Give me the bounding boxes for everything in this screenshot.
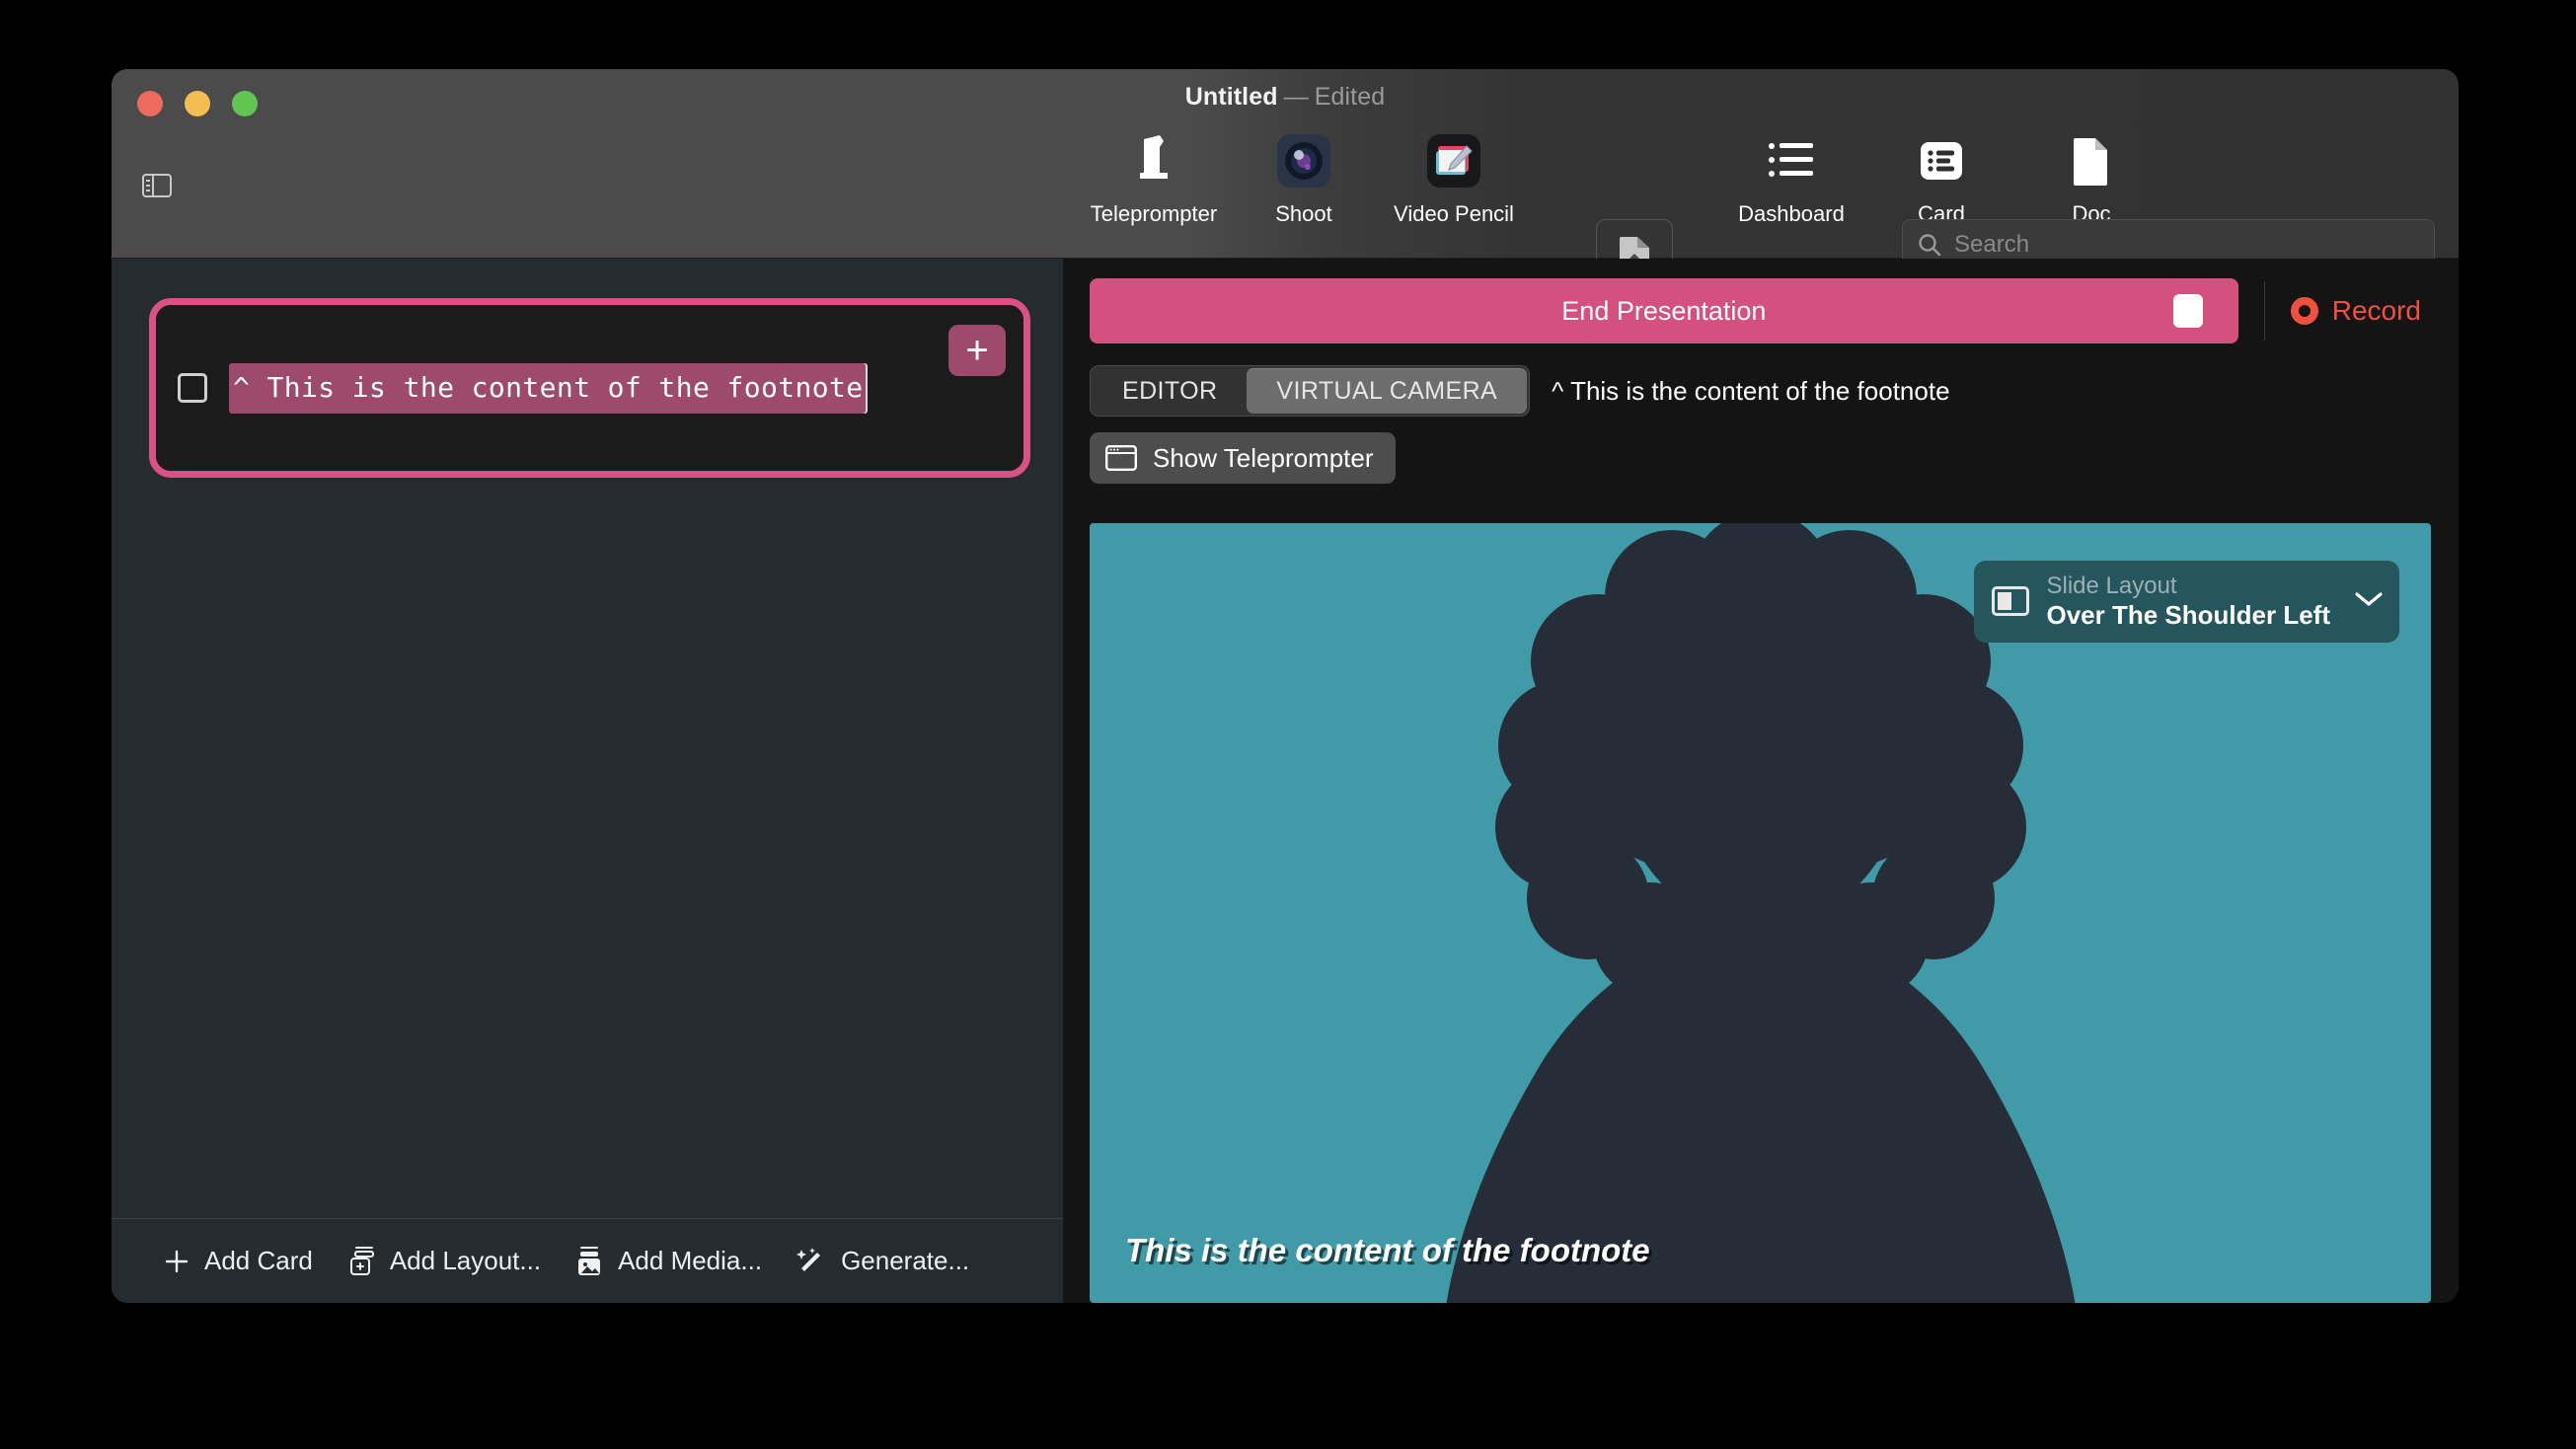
- add-media-button[interactable]: Add Media...: [574, 1246, 762, 1277]
- add-layout-button[interactable]: Add Layout...: [346, 1246, 541, 1277]
- stop-square-icon: [2172, 294, 2203, 328]
- add-media-icon: [578, 1246, 601, 1275]
- button-label: Add Media...: [618, 1246, 763, 1275]
- tab-editor[interactable]: EDITOR: [1093, 368, 1247, 414]
- record-button[interactable]: Record: [2290, 295, 2431, 327]
- presentation-controls-row: End Presentation Record: [1090, 278, 2431, 343]
- view-mode-row: EDITOR VIRTUAL CAMERA ^ This is the cont…: [1090, 365, 2431, 417]
- document-edited-state: Edited: [1314, 83, 1386, 111]
- add-to-card-button[interactable]: +: [948, 325, 1006, 376]
- presentation-panel: End Presentation Record EDITOR VIRTUAL C…: [1064, 259, 2459, 1303]
- video-pencil-icon: [1427, 128, 1480, 193]
- slide-layout-icon: [1991, 586, 2029, 617]
- slide-layout-label: Slide Layout: [2046, 572, 2177, 599]
- teleprompter-window-icon: [1105, 445, 1137, 471]
- generate-button[interactable]: Generate...: [796, 1246, 969, 1276]
- teleprompter-row: Show Teleprompter: [1090, 432, 2431, 484]
- document-title: Untitled: [1184, 83, 1278, 111]
- button-label: Generate...: [841, 1246, 970, 1275]
- card-icon: [1918, 128, 1965, 193]
- doc-icon: [2072, 128, 2111, 193]
- sidebar-icon: [142, 174, 172, 197]
- button-label: Add Layout...: [389, 1246, 542, 1275]
- toolbar-label: Shoot: [1275, 201, 1332, 226]
- plus-icon: [165, 1250, 189, 1272]
- chevron-down-icon: [2354, 590, 2384, 613]
- teleprompter-icon: [1126, 128, 1181, 193]
- card-checkbox[interactable]: [178, 373, 207, 403]
- page-title: Untitled — Edited: [112, 83, 2459, 112]
- add-card-button[interactable]: Add Card: [163, 1246, 313, 1276]
- record-dot-icon: [2290, 297, 2318, 325]
- card-item[interactable]: ^ This is the content of the footnote +: [156, 305, 1023, 471]
- cards-list: ^ This is the content of the footnote +: [112, 259, 1063, 1218]
- slide-layout-dropdown[interactable]: Slide Layout Over The Shoulder Left: [1973, 561, 2399, 643]
- slide-layout-value: Over The Shoulder Left: [2046, 600, 2331, 631]
- slide-layout-text: Slide Layout Over The Shoulder Left: [2047, 572, 2331, 631]
- button-label: Add Card: [204, 1246, 313, 1275]
- preview-caption: This is the content of the footnote: [1125, 1232, 1650, 1268]
- toolbar-items: Teleprompter Shoot Video Pencil Dashboar…: [1079, 128, 2166, 227]
- magic-wand-icon: [796, 1247, 821, 1271]
- title-separator: —: [1283, 83, 1309, 111]
- desktop-background: Untitled — Edited Teleprompter Shoot Vid…: [0, 0, 2576, 1449]
- end-presentation-label: End Presentation: [1561, 295, 1767, 326]
- add-layout-icon: [349, 1246, 374, 1275]
- toolbar-item-video-pencil[interactable]: Video Pencil: [1379, 128, 1529, 227]
- tab-virtual-camera[interactable]: VIRTUAL CAMERA: [1247, 368, 1528, 414]
- toolbar-label: Teleprompter: [1090, 201, 1218, 226]
- window-body: ^ This is the content of the footnote + …: [112, 259, 2459, 1303]
- search-icon: [1919, 234, 1941, 257]
- camera-lens-icon: [1277, 128, 1330, 193]
- card-selection-frame: ^ This is the content of the footnote +: [149, 298, 1030, 478]
- app-window: Untitled — Edited Teleprompter Shoot Vid…: [112, 69, 2459, 1303]
- window-titlebar: Untitled — Edited Teleprompter Shoot Vid…: [112, 69, 2459, 292]
- cards-sidebar: ^ This is the content of the footnote + …: [112, 259, 1064, 1303]
- toolbar-item-teleprompter[interactable]: Teleprompter: [1079, 128, 1229, 227]
- toolbar-item-card[interactable]: Card: [1866, 128, 2016, 227]
- toolbar-label: Video Pencil: [1394, 201, 1514, 226]
- toolbar-divider: [2263, 281, 2265, 341]
- video-preview[interactable]: Slide Layout Over The Shoulder Left This…: [1090, 523, 2431, 1303]
- end-presentation-button[interactable]: End Presentation: [1090, 278, 2238, 343]
- toolbar-label: Dashboard: [1738, 201, 1845, 226]
- toolbar-item-shoot[interactable]: Shoot: [1229, 128, 1379, 227]
- record-label: Record: [2331, 295, 2421, 326]
- button-label: Show Teleprompter: [1153, 442, 1374, 473]
- current-note-text: ^ This is the content of the footnote: [1552, 375, 1950, 406]
- dashboard-list-icon: [1768, 128, 1815, 193]
- sidebar-toggle-button[interactable]: [135, 164, 179, 207]
- search-placeholder: Search: [1954, 231, 2030, 258]
- toolbar-item-doc[interactable]: Doc: [2016, 128, 2166, 227]
- card-text-input[interactable]: ^ This is the content of the footnote: [229, 362, 866, 414]
- toolbar-item-dashboard[interactable]: Dashboard: [1716, 128, 1866, 227]
- view-mode-segmented-control[interactable]: EDITOR VIRTUAL CAMERA: [1090, 365, 1531, 417]
- show-teleprompter-button[interactable]: Show Teleprompter: [1090, 432, 1396, 484]
- cards-bottom-toolbar: Add Card Add Layout... Add Media... Gene…: [112, 1218, 1063, 1303]
